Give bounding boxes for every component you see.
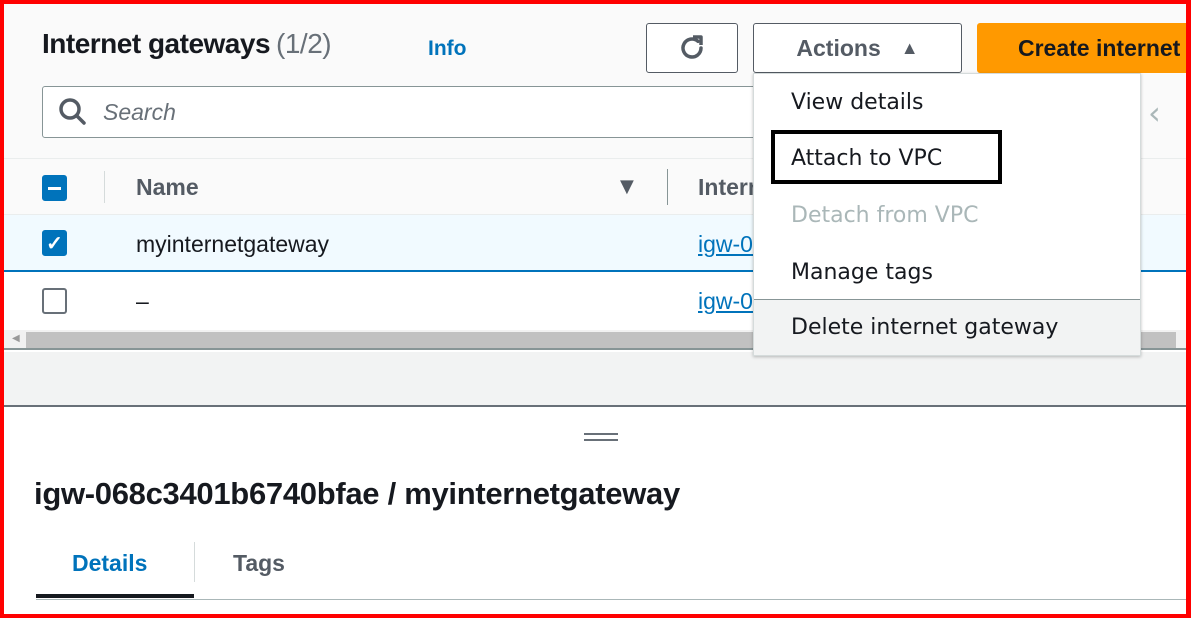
actions-button[interactable]: Actions ▲ <box>753 23 962 73</box>
tab-tags[interactable]: Tags <box>233 550 285 577</box>
scroll-left-icon[interactable]: ◀ <box>12 333 20 344</box>
page-title: Internet gateways (1/2) <box>42 28 332 60</box>
info-link[interactable]: Info <box>428 37 466 61</box>
refresh-button[interactable] <box>646 23 738 73</box>
create-label: Create internet gateway <box>1018 34 1191 61</box>
panel-resize-handle[interactable] <box>584 433 618 445</box>
column-divider <box>104 171 105 203</box>
menu-item-detach-from-vpc: Detach from VPC <box>791 202 979 228</box>
menu-item-attach-to-vpc[interactable]: Attach to VPC <box>754 130 1140 186</box>
tab-divider <box>194 542 195 582</box>
detail-tabs: Details Tags <box>36 538 1191 600</box>
caret-up-icon: ▲ <box>900 37 919 58</box>
page-title-text: Internet gateways <box>42 28 271 59</box>
search-icon <box>59 98 86 125</box>
row-checkbox[interactable]: ✓ <box>42 230 67 256</box>
column-header-name[interactable]: Name <box>136 174 199 201</box>
create-internet-gateway-button[interactable]: Create internet gateway <box>977 23 1191 73</box>
menu-item-view-details[interactable]: View details <box>754 74 1140 130</box>
row-checkbox[interactable] <box>42 288 67 314</box>
select-all-checkbox[interactable] <box>42 175 67 201</box>
table-footer <box>0 352 1191 407</box>
check-icon: ✓ <box>46 232 63 255</box>
column-resizer[interactable] <box>667 169 668 205</box>
active-tab-indicator <box>36 594 194 598</box>
row-id-link[interactable]: igw-0 <box>698 288 753 315</box>
menu-item-delete-internet-gateway[interactable]: Delete internet gateway <box>754 299 1140 355</box>
menu-item-manage-tags[interactable]: Manage tags <box>754 244 1140 300</box>
detail-title: igw-068c3401b6740bfae / myinternetgatewa… <box>34 476 680 511</box>
actions-label: Actions <box>796 34 881 61</box>
tab-details[interactable]: Details <box>72 550 147 577</box>
selection-count: (1/2) <box>276 28 332 59</box>
actions-menu: View details Attach to VPC Detach from V… <box>753 73 1141 356</box>
row-name: myinternetgateway <box>136 231 330 257</box>
refresh-icon <box>681 35 703 59</box>
chevron-left-icon[interactable]: ‹ <box>1148 94 1161 132</box>
row-name: – <box>136 288 149 314</box>
sort-down-icon[interactable]: ▼ <box>620 176 634 197</box>
search-field[interactable] <box>42 86 802 138</box>
search-input[interactable] <box>103 98 703 126</box>
